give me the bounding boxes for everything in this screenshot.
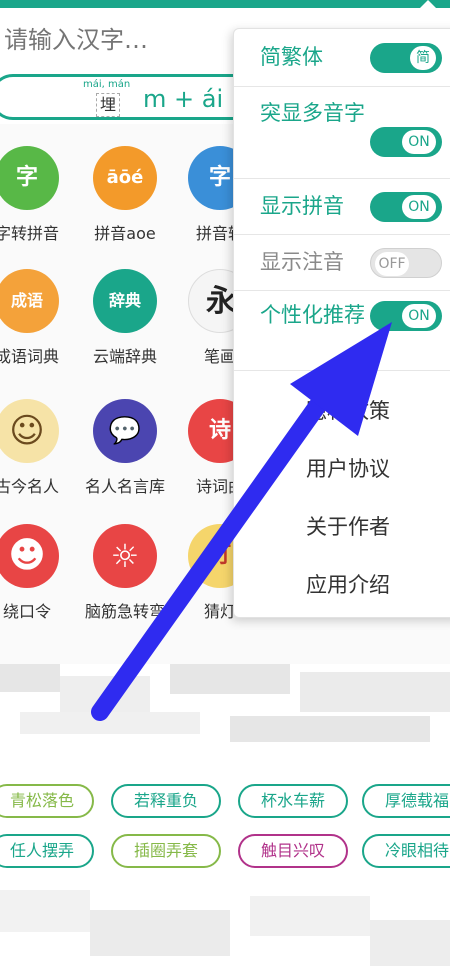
pixel-block (300, 672, 450, 712)
pixel-block (370, 920, 450, 966)
menu-label: 显示注音 (260, 250, 344, 274)
grin-face-icon: ☻ (0, 524, 59, 588)
idiom-chip[interactable]: 任人摆弄 (0, 834, 94, 868)
toggle-switch[interactable]: ON (370, 127, 442, 157)
app-label: 拼音aoe (94, 224, 156, 243)
app-cloud-dictionary[interactable]: 辞典 云端辞典 (70, 269, 180, 367)
toggle-switch[interactable]: ON (370, 301, 442, 331)
pixelated-content (0, 664, 450, 774)
pixelated-footer (0, 890, 450, 978)
menu-row-show-pinyin[interactable]: 显示拼音 ON (234, 179, 450, 235)
app-label: 云端辞典 (92, 347, 157, 366)
portrait-icon: ☺ (0, 399, 59, 463)
idiom-chips: 青松落色 若释重负 杯水车薪 厚德载福 任人摆弄 插圈弄套 触目兴叹 冷眼相待 (0, 780, 450, 880)
menu-label: 突显多音字 (260, 101, 365, 125)
toggle-state: 简 (410, 46, 436, 70)
menu-label: 个性化推荐 (260, 303, 365, 327)
menu-row-traditional[interactable]: 简繁体 简 (234, 29, 450, 87)
idiom-chip[interactable]: 触目兴叹 (238, 834, 348, 868)
toggle-switch[interactable]: 简 (370, 43, 442, 73)
pixel-block (0, 664, 60, 692)
top-app-bar (0, 0, 450, 8)
app-pinyin-aoe[interactable]: āōé 拼音aoe (70, 146, 180, 244)
pixel-block (20, 712, 200, 734)
pixel-block (90, 910, 230, 956)
app-label: 名人名言库 (84, 477, 165, 496)
idiom-chip[interactable]: 冷眼相待 (362, 834, 450, 868)
idiom-chip[interactable]: 杯水车薪 (238, 784, 348, 818)
menu-row-personalized[interactable]: 个性化推荐 ON (234, 291, 450, 371)
pixel-block (60, 676, 150, 712)
pinyin-formula: m + ái (143, 85, 224, 113)
speaker-icon: 💬 (93, 399, 157, 463)
menu-label: 显示拼音 (260, 194, 344, 218)
lightbulb-icon: ☼ (93, 524, 157, 588)
app-famous-quotes[interactable]: 💬 名人名言库 (70, 399, 180, 497)
about-author-link[interactable]: 关于作者 (306, 511, 390, 541)
pixel-block (0, 890, 90, 932)
toggle-state: ON (402, 130, 436, 154)
toggle-state: ON (402, 195, 436, 219)
pinyin-annotation: mái, mán (83, 79, 131, 90)
menu-row-polyphone[interactable]: 突显多音字 ON (234, 87, 450, 179)
dictionary-icon: 辞典 (93, 269, 157, 333)
menu-caret (418, 0, 438, 10)
pixel-block (250, 896, 370, 936)
pinyin-aoe-icon: āōé (93, 146, 157, 210)
toggle-state: OFF (375, 252, 409, 276)
idiom-chip[interactable]: 厚德载福 (362, 784, 450, 818)
idiom-chip[interactable]: 若释重负 (111, 784, 221, 818)
pixel-block (170, 664, 290, 694)
app-label: 脑筋急转弯 (84, 602, 165, 621)
pixel-block (230, 716, 430, 742)
menu-row-show-zhuyin[interactable]: 显示注音 OFF (234, 235, 450, 291)
toggle-switch[interactable]: OFF (370, 248, 442, 278)
idiom-chip[interactable]: 青松落色 (0, 784, 94, 818)
zi-pinyin-icon: 字 (0, 146, 59, 210)
toggle-switch[interactable]: ON (370, 192, 442, 222)
app-brain-teaser[interactable]: ☼ 脑筋急转弯 (70, 524, 180, 622)
book-icon: 成语 (0, 269, 59, 333)
settings-menu: 简繁体 简 突显多音字 ON 显示拼音 ON 显示注音 OFF 个性化推荐 ON… (233, 28, 450, 618)
privacy-policy-link[interactable]: 隐私政策 (306, 395, 390, 425)
search-input[interactable] (4, 26, 244, 54)
pinyin-demo-char: 埋 (96, 93, 120, 117)
user-agreement-link[interactable]: 用户协议 (306, 453, 390, 483)
app-intro-link[interactable]: 应用介绍 (306, 569, 390, 599)
idiom-chip[interactable]: 插圈弄套 (111, 834, 221, 868)
toggle-state: ON (402, 304, 436, 328)
menu-label: 简繁体 (260, 45, 323, 69)
